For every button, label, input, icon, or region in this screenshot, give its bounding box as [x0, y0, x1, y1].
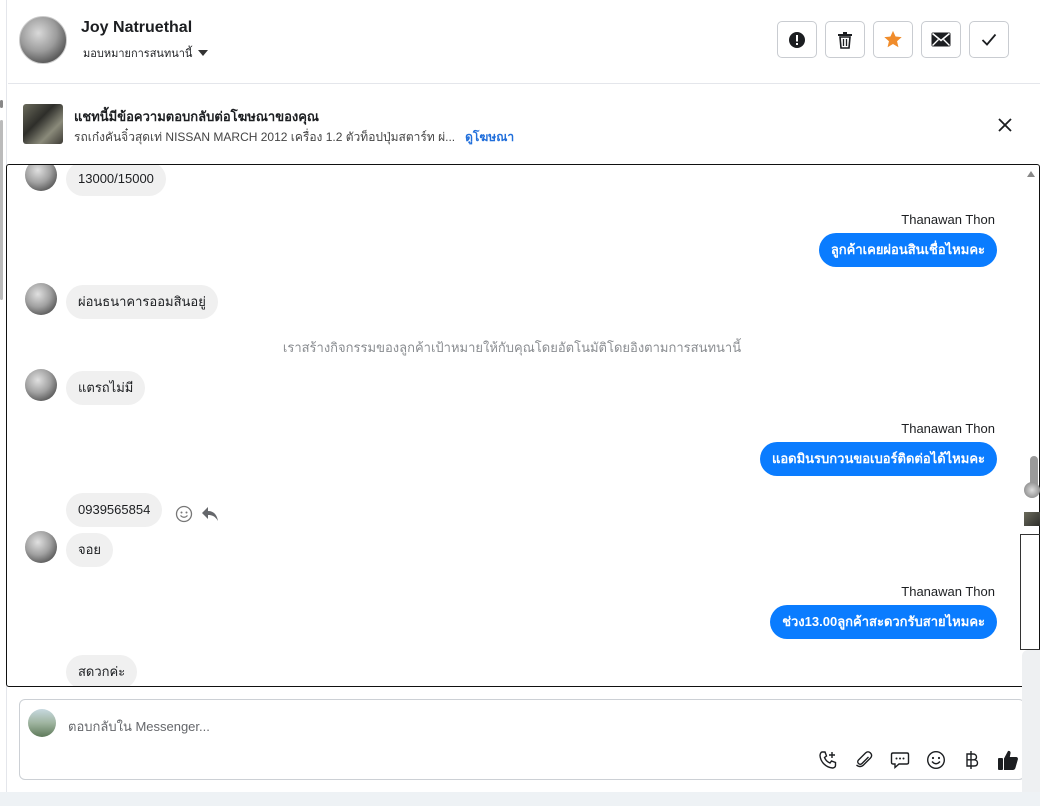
contact-avatar[interactable] [19, 16, 67, 64]
incoming-message[interactable]: ผ่อนธนาคารออมสินอยู่ [66, 285, 218, 319]
reply-icon[interactable] [201, 506, 219, 522]
rail-scrollbar[interactable] [0, 120, 3, 300]
star-icon [884, 30, 902, 48]
contact-avatar-small [25, 165, 57, 191]
contact-name[interactable]: Joy Natruethal [81, 19, 192, 37]
view-ad-link[interactable]: ดูโฆษณา [465, 128, 514, 147]
ad-reply-banner: แชทนี้มีข้อความตอบกลับต่อโฆษณาของคุณ รถเ… [8, 86, 1040, 164]
add-call-button[interactable] [816, 748, 840, 772]
scroll-up-icon[interactable] [1027, 171, 1035, 177]
emoji-button[interactable] [924, 748, 948, 772]
contact-avatar-small [25, 531, 57, 563]
contact-avatar-small [25, 369, 57, 401]
banner-subtitle-row: รถเก๋งคันจิ๋วสุดเท่ NISSAN MARCH 2012 เค… [74, 128, 514, 147]
thumbs-up-icon [998, 750, 1018, 770]
header-toolbar [777, 21, 1009, 58]
sender-name: Thanawan Thon [901, 212, 995, 227]
check-icon [981, 33, 997, 46]
incoming-message[interactable]: สดวกค่ะ [66, 655, 138, 686]
ad-thumbnail[interactable] [23, 104, 63, 144]
avatar-fragment [1024, 482, 1040, 498]
assign-dropdown[interactable]: มอบหมายการสนทนานี้ [83, 44, 209, 62]
mail-icon [931, 32, 951, 47]
message-actions [175, 505, 219, 523]
sender-name: Thanawan Thon [901, 421, 995, 436]
right-panel-fragment [1020, 456, 1040, 806]
alert-icon [789, 31, 805, 48]
incoming-message[interactable]: 13000/15000 [66, 165, 166, 196]
paperclip-icon [856, 751, 873, 768]
react-emoji-icon[interactable] [175, 505, 193, 523]
outgoing-message[interactable]: แอดมินรบกวนขอเบอร์ติดต่อได้ไหมคะ [759, 442, 997, 476]
banner-title: แชทนี้มีข้อความตอบกลับต่อโฆษณาของคุณ [74, 109, 319, 124]
chat-bubble-icon [890, 752, 910, 770]
outgoing-message[interactable]: ลูกค้าเคยผ่อนสินเชื่อไหมคะ [818, 233, 997, 267]
mark-spam-button[interactable] [777, 21, 817, 58]
panel-fragment-box [1020, 534, 1040, 650]
trash-icon [838, 31, 852, 49]
caret-down-icon [198, 50, 209, 56]
incoming-message[interactable]: แตรถไม่มี [66, 371, 146, 405]
bottom-strip [0, 792, 1040, 806]
close-icon[interactable] [994, 114, 1016, 136]
reply-composer: ตอบกลับใน Messenger... [19, 699, 1025, 780]
thumbnail-fragment [1024, 512, 1040, 526]
attach-button[interactable] [852, 748, 876, 772]
baht-icon [966, 751, 979, 769]
delete-button[interactable] [825, 21, 865, 58]
add-call-icon [819, 751, 837, 769]
system-message: เราสร้างกิจกรรมของลูกค้าเป้าหมายให้กับคุ… [282, 340, 742, 355]
message-input[interactable]: ตอบกลับใน Messenger... [68, 716, 210, 737]
ad-description: รถเก๋งคันจิ๋วสุดเท่ NISSAN MARCH 2012 เค… [74, 130, 456, 144]
payment-button[interactable] [960, 748, 984, 772]
star-button[interactable] [873, 21, 913, 58]
contact-avatar-small [25, 283, 57, 315]
composer-toolbar [816, 748, 1020, 772]
incoming-message[interactable]: จอย [66, 533, 114, 567]
outgoing-message[interactable]: ช่วง13.00ลูกค้าสะดวกรับสายไหมคะ [770, 605, 997, 639]
incoming-message[interactable]: 0939565854 [66, 493, 163, 527]
emoji-icon [926, 750, 946, 770]
page-avatar [28, 709, 56, 737]
mark-unread-button[interactable] [921, 21, 961, 58]
sender-name: Thanawan Thon [901, 584, 995, 599]
saved-replies-button[interactable] [888, 748, 912, 772]
conversation-header: Joy Natruethal มอบหมายการสนทนานี้ [8, 0, 1040, 84]
rail-marker [0, 100, 3, 108]
message-thread[interactable]: 13000/15000 Thanawan Thon ลูกค้าเคยผ่อนส… [6, 164, 1040, 687]
assign-label: มอบหมายการสนทนานี้ [83, 48, 193, 60]
panel-fragment-card [1022, 650, 1040, 806]
mark-done-button[interactable] [969, 21, 1009, 58]
like-button[interactable] [996, 748, 1020, 772]
